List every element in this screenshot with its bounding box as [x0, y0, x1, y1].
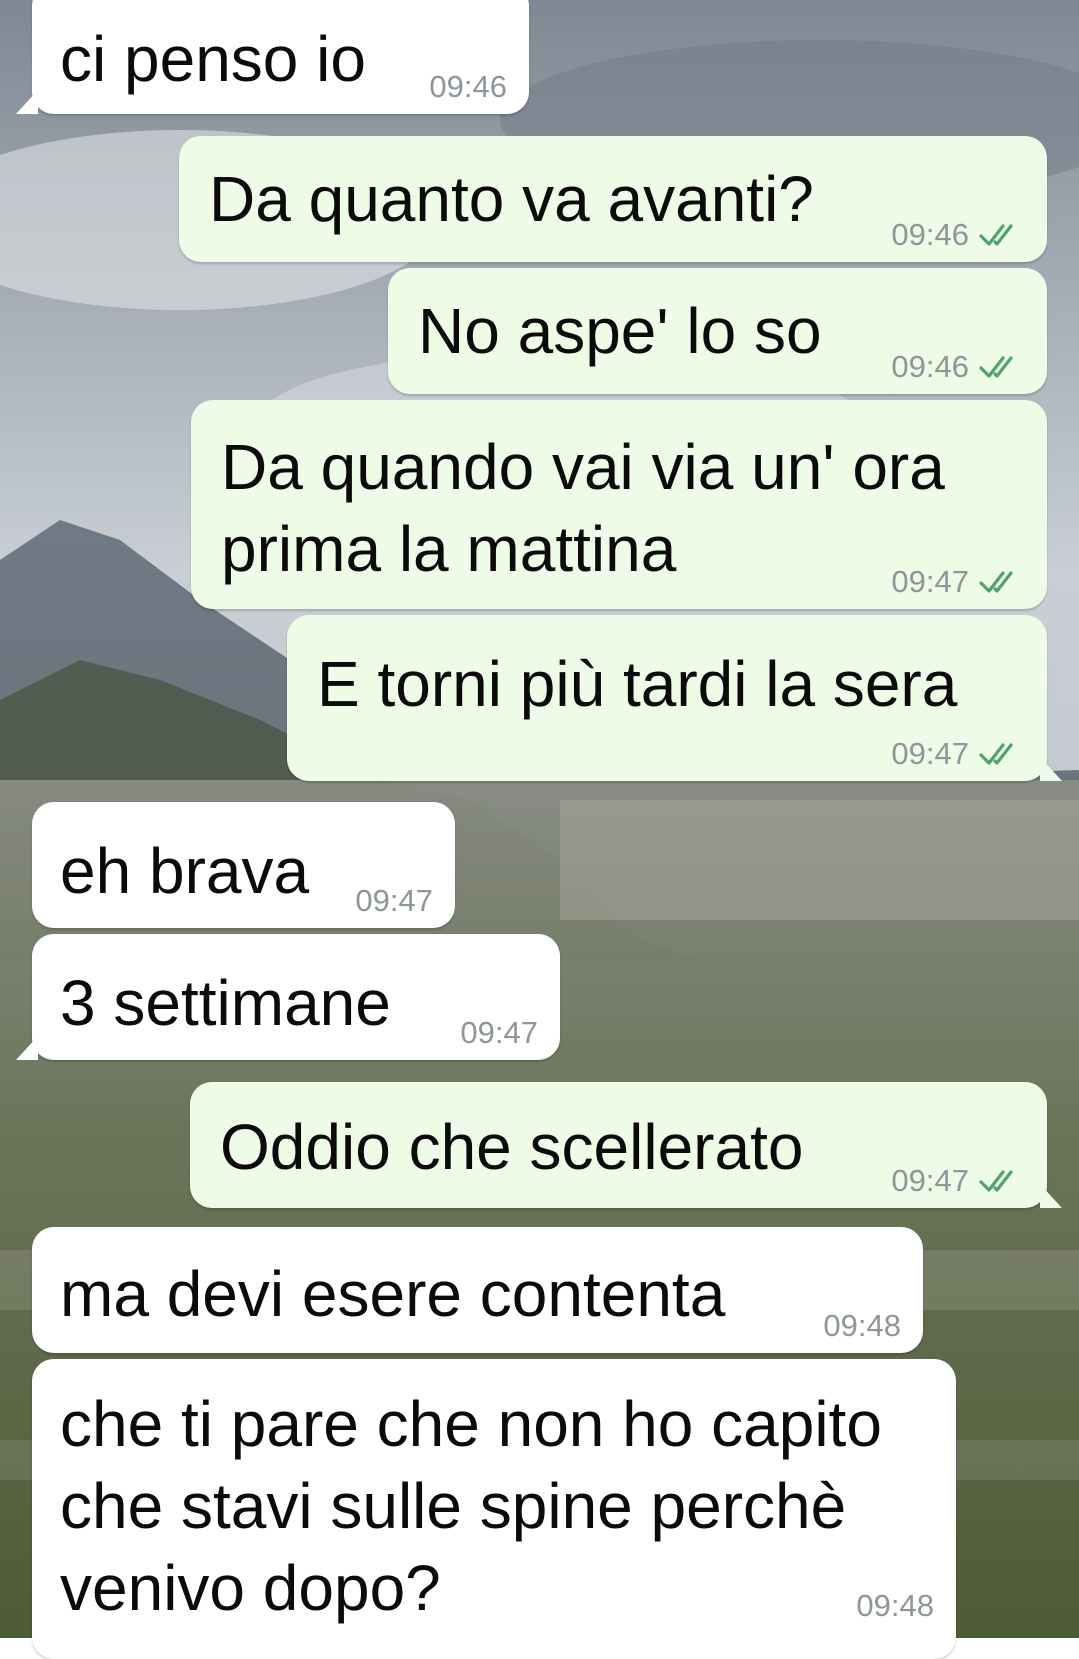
message-meta: 09:47	[891, 737, 1025, 771]
double-check-icon	[979, 224, 1013, 246]
message-time: 09:48	[823, 1308, 901, 1343]
message-meta: 09:46	[891, 350, 1025, 384]
message-bubble-outgoing[interactable]: No aspe' lo so 09:46	[388, 268, 1047, 394]
message-bubble-incoming[interactable]: ma devi esere contenta 09:48	[32, 1227, 923, 1353]
message-meta: 09:47	[891, 1164, 1025, 1198]
double-check-icon	[979, 743, 1013, 765]
double-check-icon	[979, 356, 1013, 378]
message-time: 09:47	[891, 736, 969, 771]
message-text: che ti pare che non ho capito che stavi …	[60, 1388, 900, 1624]
bubble-tail	[16, 1036, 38, 1060]
message-meta: 09:46	[891, 218, 1025, 252]
message-time: 09:47	[460, 1015, 538, 1050]
message-bubble-incoming[interactable]: che ti pare che non ho capito che stavi …	[32, 1359, 956, 1659]
message-time: 09:46	[891, 217, 969, 252]
message-bubble-outgoing[interactable]: Oddio che scellerato 09:47	[190, 1082, 1047, 1208]
bubble-tail	[1040, 1184, 1062, 1208]
message-bubble-outgoing[interactable]: E torni più tardi la sera 09:47	[287, 615, 1047, 781]
message-time: 09:47	[891, 564, 969, 599]
message-bubble-incoming[interactable]: 3 settimane 09:47	[32, 934, 560, 1060]
message-bubble-incoming[interactable]: eh brava 09:47	[32, 802, 455, 928]
message-bubble-outgoing[interactable]: Da quando vai via un' ora prima la matti…	[191, 400, 1047, 609]
message-meta: 09:48	[823, 1309, 901, 1343]
message-text: ma devi esere contenta	[60, 1258, 726, 1330]
message-time: 09:46	[429, 69, 507, 104]
message-time: 09:47	[891, 1163, 969, 1198]
bubble-tail	[16, 90, 38, 114]
message-bubble-outgoing[interactable]: Da quanto va avanti? 09:46	[179, 136, 1047, 262]
message-meta: 09:48	[856, 1589, 934, 1623]
double-check-icon	[979, 571, 1013, 593]
message-text: E torni più tardi la sera	[317, 648, 958, 720]
message-time: 09:46	[891, 349, 969, 384]
message-meta: 09:47	[355, 884, 433, 918]
double-check-icon	[979, 1170, 1013, 1192]
message-meta: 09:46	[429, 70, 507, 104]
message-time: 09:48	[856, 1588, 934, 1623]
message-text: Da quando vai via un' ora prima la matti…	[221, 431, 963, 585]
message-meta: 09:47	[460, 1016, 538, 1050]
message-time: 09:47	[355, 883, 433, 918]
bubble-tail	[1040, 757, 1062, 781]
message-meta: 09:47	[891, 565, 1025, 599]
message-bubble-incoming[interactable]: ci penso io 09:46	[32, 0, 529, 114]
